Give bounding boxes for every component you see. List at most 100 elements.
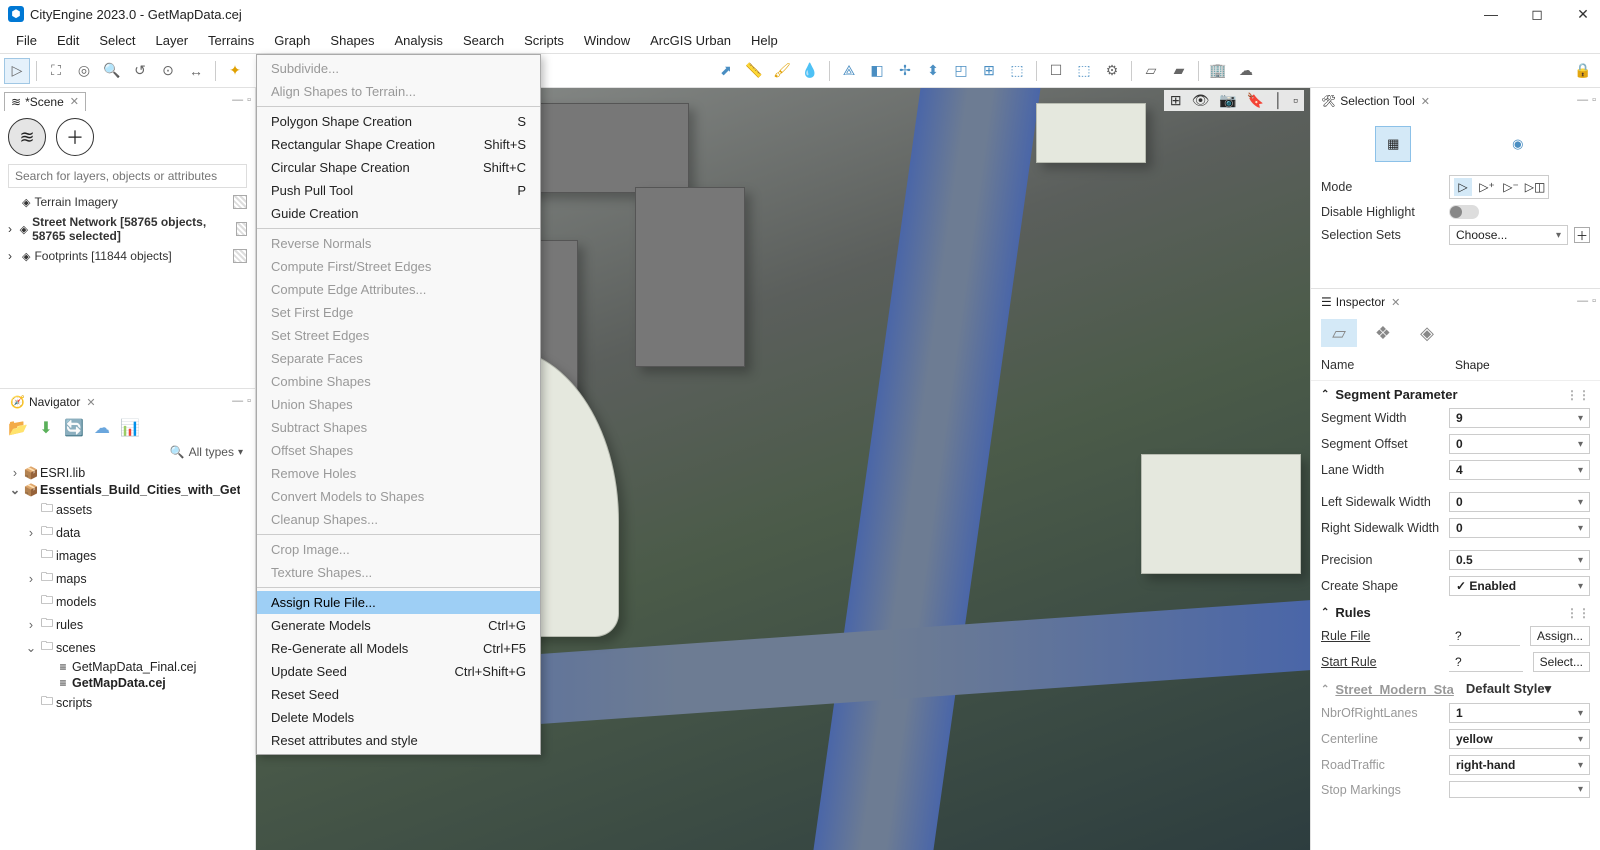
shape-mode-icon[interactable]: ▱ [1321, 319, 1357, 347]
window-minimize-button[interactable]: — [1482, 6, 1500, 23]
rotate-tool-icon[interactable]: ◧ [864, 58, 890, 84]
menu-arcgis-urban[interactable]: ArcGIS Urban [640, 29, 741, 52]
panel-max-icon[interactable]: ▫ [247, 94, 251, 106]
push-tool-icon[interactable]: ⬍ [920, 58, 946, 84]
add-layer-button[interactable]: ＋ [56, 118, 94, 156]
chart-icon[interactable]: 📊 [120, 419, 140, 437]
eye-icon[interactable]: 👁 [1192, 92, 1210, 109]
dolly-tool-icon[interactable]: ↔ [183, 58, 209, 84]
panel-menu-icon[interactable]: — [232, 94, 243, 106]
cube-tool-icon[interactable]: ⬚ [1071, 58, 1097, 84]
panel-menu-icon[interactable]: — [232, 395, 243, 407]
inspector-tab[interactable]: ☰ Inspector ✕ [1315, 293, 1406, 311]
menu-scripts[interactable]: Scripts [514, 29, 574, 52]
cloud-tool-icon[interactable]: ☁ [1233, 58, 1259, 84]
menu-item-generate-models[interactable]: Generate ModelsCtrl+G [257, 614, 540, 637]
rule-file-value[interactable]: ? [1449, 627, 1520, 646]
close-icon[interactable]: ✕ [70, 95, 79, 108]
menu-shapes[interactable]: Shapes [320, 29, 384, 52]
tree-item[interactable]: 🗀models [4, 590, 251, 613]
menu-layer[interactable]: Layer [146, 29, 199, 52]
tree-item[interactable]: ›🗀maps [4, 567, 251, 590]
select-tool-icon[interactable]: ▷ [4, 58, 30, 84]
mode-subtract-icon[interactable]: ▷⁻ [1502, 178, 1520, 196]
close-icon[interactable]: ✕ [86, 396, 95, 409]
pan-tool-icon[interactable]: ◎ [71, 58, 97, 84]
close-icon[interactable]: ✕ [1421, 95, 1430, 108]
zoom-tool-icon[interactable]: 🔍 [99, 58, 125, 84]
prop-value[interactable]: 0▾ [1449, 518, 1590, 538]
tree-item[interactable]: ⌄🗀scenes [4, 636, 251, 659]
menu-search[interactable]: Search [453, 29, 514, 52]
tree-item[interactable]: ›📦ESRI.lib [4, 465, 251, 481]
selection-tool-tab[interactable]: 🛠 Selection Tool ✕ [1315, 92, 1436, 110]
bookmark-icon[interactable]: 🔖 [1247, 92, 1264, 109]
menu-item-rectangular-shape-creation[interactable]: Rectangular Shape CreationShift+S [257, 133, 540, 156]
scene-layer[interactable]: ◈Terrain Imagery [0, 192, 255, 212]
rect-select-icon[interactable]: ▦ [1375, 126, 1411, 162]
orbit-tool-icon[interactable]: ↺ [127, 58, 153, 84]
window-maximize-button[interactable]: ◻ [1528, 6, 1546, 23]
panel-max-icon[interactable]: ▫ [247, 395, 251, 407]
layers-mode-icon[interactable]: ❖ [1365, 319, 1401, 347]
look-tool-icon[interactable]: ⊙ [155, 58, 181, 84]
offset-tool-icon[interactable]: ◰ [948, 58, 974, 84]
scale-tool-icon[interactable]: ⟁ [836, 58, 862, 84]
mode-intersect-icon[interactable]: ▷◫ [1526, 178, 1544, 196]
menu-help[interactable]: Help [741, 29, 788, 52]
prop-value[interactable]: 1▾ [1449, 703, 1590, 723]
prop-value[interactable]: 0▾ [1449, 492, 1590, 512]
tree-item[interactable]: 🗀assets [4, 498, 251, 521]
tree-item[interactable]: 🗀scripts [4, 691, 251, 714]
gear-tool-icon[interactable]: ⚙ [1099, 58, 1125, 84]
move-tool-icon[interactable]: ✢ [892, 58, 918, 84]
menu-item-delete-models[interactable]: Delete Models [257, 706, 540, 729]
prop-value[interactable]: 9▾ [1449, 408, 1590, 428]
search-icon[interactable]: 🔍 [170, 445, 185, 459]
dropdown-icon[interactable]: ▾ [238, 447, 243, 458]
frame-tool-icon[interactable]: ⛶ [43, 58, 69, 84]
paint-tool-icon[interactable]: 🖌 [769, 58, 795, 84]
prop-value[interactable]: ▾ [1449, 781, 1590, 798]
viewport-3d[interactable]: ⊞ 👁 📷 🔖 │ ▫ Subdivide...Align Shapes to … [256, 88, 1310, 850]
menu-item-guide-creation[interactable]: Guide Creation [257, 202, 540, 225]
menu-item-re-generate-all-models[interactable]: Re-Generate all ModelsCtrl+F5 [257, 637, 540, 660]
menu-file[interactable]: File [6, 29, 47, 52]
tree-item[interactable]: ⌄📦Essentials_Build_Cities_with_Get_Map_D… [4, 481, 251, 498]
max-icon[interactable]: ▫ [1293, 92, 1298, 109]
disable-highlight-toggle[interactable] [1449, 205, 1479, 219]
layers-button[interactable]: ≋ [8, 118, 46, 156]
terrain-tool1-icon[interactable]: ▱ [1138, 58, 1164, 84]
tree-item[interactable]: ›🗀data [4, 521, 251, 544]
camera-icon[interactable]: 📷 [1219, 92, 1236, 109]
menu-item-polygon-shape-creation[interactable]: Polygon Shape CreationS [257, 110, 540, 133]
rules-header[interactable]: ⌃ Rules ⋮⋮ [1311, 599, 1600, 623]
style-header[interactable]: ⌃ Street_Modern_Sta Default Style▾ [1311, 675, 1600, 700]
add-set-button[interactable]: ＋ [1574, 227, 1590, 243]
adv-mode-icon[interactable]: ◈ [1409, 319, 1445, 347]
menu-item-reset-attributes-and-style[interactable]: Reset attributes and style [257, 729, 540, 752]
sync-icon[interactable]: 🔄 [64, 419, 84, 437]
scene-tab[interactable]: ≋ *Scene ✕ [4, 92, 86, 111]
window-close-button[interactable]: ✕ [1574, 6, 1592, 23]
panel-max-icon[interactable]: ▫ [1592, 295, 1596, 307]
split-tool-icon[interactable]: ⊞ [976, 58, 1002, 84]
filter-label[interactable]: All types [189, 445, 234, 459]
name-value[interactable]: Shape [1449, 356, 1590, 374]
visibility-toggle[interactable] [236, 222, 247, 236]
style-dropdown[interactable]: Default Style▾ [1466, 681, 1590, 697]
mode-selector[interactable]: ▷ ▷⁺ ▷⁻ ▷◫ [1449, 175, 1549, 199]
lock-icon[interactable]: 🔒 [1570, 58, 1596, 84]
street-tool-icon[interactable]: ✦ [222, 58, 248, 84]
close-icon[interactable]: ✕ [1391, 296, 1400, 309]
tree-item[interactable]: 🗀images [4, 544, 251, 567]
measure-tool-icon[interactable]: 📏 [741, 58, 767, 84]
building-tool-icon[interactable]: 🏢 [1205, 58, 1231, 84]
menu-graph[interactable]: Graph [264, 29, 320, 52]
prop-value[interactable]: right-hand▾ [1449, 755, 1590, 775]
menu-edit[interactable]: Edit [47, 29, 89, 52]
folder-open-icon[interactable]: 📂 [8, 419, 28, 437]
tree-item[interactable]: ≡GetMapData_Final.cej [4, 659, 251, 675]
assign-button[interactable]: Assign... [1530, 626, 1590, 646]
start-rule-label[interactable]: Start Rule [1321, 655, 1443, 669]
